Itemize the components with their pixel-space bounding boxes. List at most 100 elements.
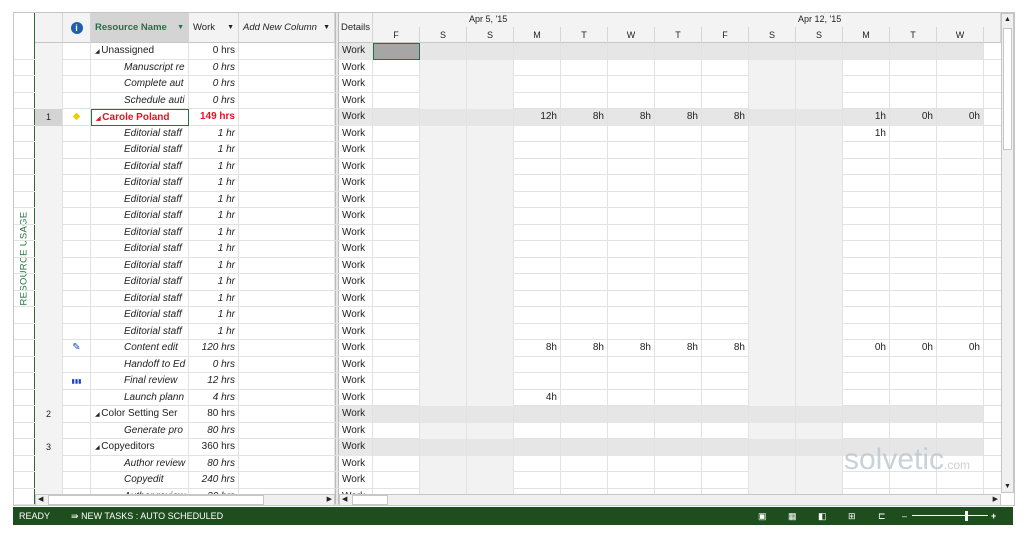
add-column-cell[interactable] (239, 406, 335, 423)
timephased-cell[interactable] (702, 92, 749, 109)
add-column-cell[interactable] (239, 356, 335, 373)
timephased-cell[interactable] (796, 125, 843, 142)
timephased-cell[interactable] (514, 274, 561, 291)
work-header[interactable]: Work ▼ (189, 13, 239, 43)
timephased-cell[interactable] (702, 406, 749, 423)
row-number[interactable] (35, 158, 63, 175)
scroll-right-icon[interactable]: ▶ (993, 495, 998, 503)
dropdown-arrow-icon[interactable]: ▼ (227, 24, 234, 31)
timephased-cell[interactable] (514, 290, 561, 307)
timephased-cell[interactable] (561, 290, 608, 307)
resource-name-cell[interactable]: Editorial staff (91, 125, 189, 142)
timephased-cell[interactable] (420, 208, 467, 225)
timephased-cell[interactable] (655, 76, 702, 93)
report-view-icon[interactable]: ⊏ (878, 507, 886, 525)
resource-row[interactable]: 2 ◢ Color Setting Ser 80 hrs Work (14, 406, 1001, 423)
timephased-cell[interactable] (937, 191, 984, 208)
timephased-cell[interactable] (514, 224, 561, 241)
assignment-row[interactable]: Handoff to Ed 0 hrs Work (14, 356, 1001, 373)
row-number[interactable] (35, 422, 63, 439)
timephased-cell[interactable] (608, 241, 655, 258)
timephased-cell[interactable] (749, 59, 796, 76)
timephased-cell[interactable] (561, 142, 608, 159)
timephased-cell[interactable] (702, 373, 749, 390)
timephased-cell[interactable] (796, 59, 843, 76)
timephased-cell[interactable] (796, 323, 843, 340)
timephased-cell[interactable] (467, 439, 514, 456)
timephased-cell[interactable] (561, 439, 608, 456)
row-number[interactable] (35, 175, 63, 192)
timephased-cell[interactable] (655, 323, 702, 340)
row-number[interactable]: 3 (35, 439, 63, 456)
assignment-row[interactable]: Editorial staff 1 hr Work 1h (14, 125, 1001, 142)
timephased-cell[interactable] (420, 373, 467, 390)
timephased-cell[interactable] (561, 455, 608, 472)
timephased-cell[interactable] (608, 175, 655, 192)
timephased-cell[interactable] (702, 323, 749, 340)
timephased-cell[interactable] (937, 274, 984, 291)
assignment-row[interactable]: Editorial staff 1 hr Work (14, 257, 1001, 274)
timephased-cell[interactable] (749, 389, 796, 406)
timephased-cell[interactable] (561, 175, 608, 192)
assignment-row[interactable]: Editorial staff 1 hr Work (14, 208, 1001, 225)
vertical-scroll-thumb[interactable] (1003, 28, 1012, 150)
timephased-cell[interactable] (749, 422, 796, 439)
vertical-scrollbar[interactable]: ▲ ▼ (1001, 13, 1014, 493)
timephased-cell[interactable] (749, 373, 796, 390)
timephased-cell[interactable] (561, 389, 608, 406)
timephased-cell[interactable]: 1h (843, 109, 890, 126)
timephased-cell[interactable] (608, 290, 655, 307)
resource-name-cell[interactable]: Editorial staff (91, 208, 189, 225)
timephased-cell[interactable] (796, 439, 843, 456)
timephased-cell[interactable] (420, 241, 467, 258)
assignment-row[interactable]: Editorial staff 1 hr Work (14, 290, 1001, 307)
timephased-cell[interactable] (890, 59, 937, 76)
timephased-cell[interactable] (655, 43, 702, 60)
timephased-cell[interactable]: 8h (655, 340, 702, 357)
timephased-cell[interactable] (420, 356, 467, 373)
timephased-cell[interactable] (655, 257, 702, 274)
timephased-cell[interactable] (561, 224, 608, 241)
timephased-cell[interactable] (608, 356, 655, 373)
work-cell[interactable]: 1 hr (189, 257, 239, 274)
timephased-cell[interactable] (467, 125, 514, 142)
timephased-cell[interactable] (373, 439, 420, 456)
timephased-cell[interactable] (514, 125, 561, 142)
timephased-cell[interactable]: 4h (514, 389, 561, 406)
horizontal-scroll-thumb[interactable] (352, 495, 388, 505)
assignment-row[interactable]: Editorial staff 1 hr Work (14, 158, 1001, 175)
work-cell[interactable]: 1 hr (189, 125, 239, 142)
timephased-cell[interactable] (514, 439, 561, 456)
timephased-cell[interactable] (467, 43, 514, 60)
timephased-cell[interactable] (467, 59, 514, 76)
work-cell[interactable]: 360 hrs (189, 439, 239, 456)
timephased-cell[interactable] (467, 191, 514, 208)
timephased-cell[interactable] (608, 158, 655, 175)
resource-name-cell[interactable]: Editorial staff (91, 142, 189, 159)
timephased-cell[interactable] (655, 158, 702, 175)
dropdown-arrow-icon[interactable]: ▼ (177, 24, 184, 31)
timephased-cell[interactable] (702, 356, 749, 373)
row-number-header[interactable] (35, 13, 63, 43)
assignment-row[interactable]: Schedule auti 0 hrs Work (14, 92, 1001, 109)
add-column-cell[interactable] (239, 224, 335, 241)
resource-name-cell[interactable]: Schedule auti (91, 92, 189, 109)
row-number[interactable] (35, 125, 63, 142)
timephased-cell[interactable] (373, 43, 420, 60)
work-cell[interactable]: 0 hrs (189, 76, 239, 93)
timephased-cell[interactable] (655, 455, 702, 472)
overallocation-warning-icon[interactable]: ◆ (73, 111, 81, 122)
timephased-cell[interactable] (749, 224, 796, 241)
timephased-cell[interactable] (796, 290, 843, 307)
timephased-cell[interactable]: 8h (561, 340, 608, 357)
timephased-cell[interactable] (608, 142, 655, 159)
timephased-cell[interactable] (796, 274, 843, 291)
timephased-cell[interactable] (373, 109, 420, 126)
timephased-cell[interactable] (420, 455, 467, 472)
timephased-cell[interactable] (514, 406, 561, 423)
timephased-cell[interactable] (843, 356, 890, 373)
assignment-row[interactable]: Editorial staff 1 hr Work (14, 142, 1001, 159)
timephased-cell[interactable] (749, 307, 796, 324)
resource-name-cell[interactable]: ◢ Unassigned (91, 43, 189, 60)
timephased-cell[interactable] (796, 92, 843, 109)
